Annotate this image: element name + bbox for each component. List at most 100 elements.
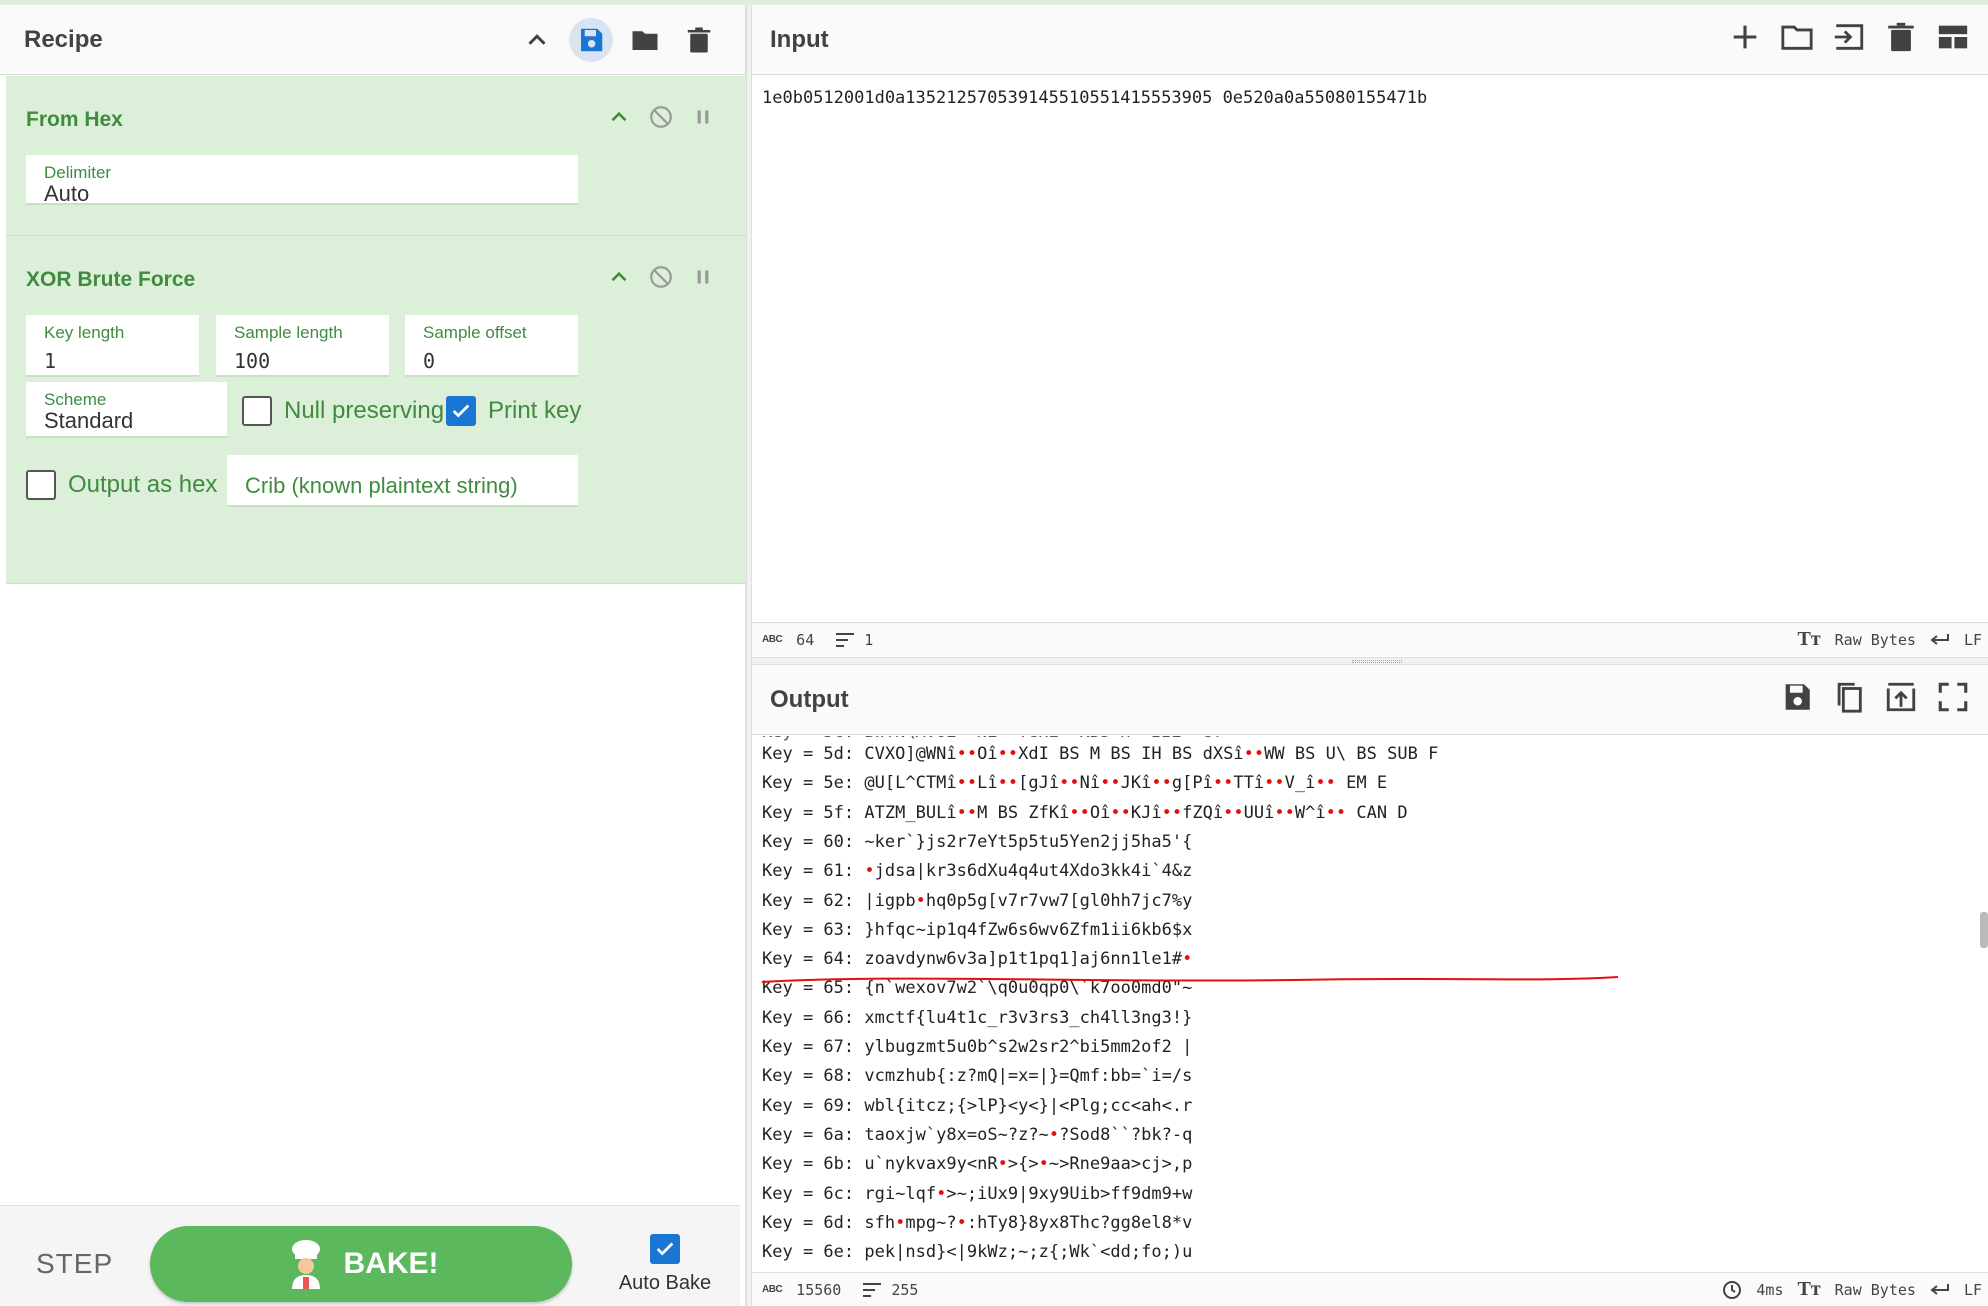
io-splitter[interactable] [752, 657, 1988, 665]
checkmark-icon [656, 1242, 674, 1256]
output-status-bar: ABC 15560 255 4ms Tт Raw Bytes LF [752, 1272, 1988, 1306]
disable-icon[interactable] [648, 264, 674, 295]
input-textarea[interactable]: 1e0b0512001d0a13521257053914551055141555… [762, 88, 1427, 108]
replace-input-icon[interactable] [1884, 680, 1918, 719]
input-eol[interactable]: LF [1964, 631, 1982, 649]
disable-icon[interactable] [648, 104, 674, 135]
output-line: Key = 62: |igpb•hq0p5g[v7r7vw7[gl0hh7jc7… [762, 887, 1192, 916]
output-line: Key = 69: wbl{itcz;{>lP}<y<}|<Plg;cc<ah<… [762, 1092, 1192, 1121]
operation-title: XOR Brute Force [26, 268, 196, 291]
chevron-up-icon[interactable] [606, 104, 632, 135]
output-scrollbar[interactable] [1980, 912, 1988, 948]
operation-from-hex[interactable]: From Hex Delimiter Auto [6, 76, 746, 236]
checkmark-icon [452, 404, 470, 418]
field-label: Sample offset [423, 323, 527, 342]
recipe-header: Recipe [0, 5, 745, 75]
text-encoding-icon: Tт [1797, 628, 1821, 650]
checkbox-box[interactable] [26, 470, 56, 500]
field-label: Delimiter [44, 163, 112, 182]
copy-icon[interactable] [1832, 680, 1866, 719]
field-label: Scheme [44, 390, 107, 409]
scheme-select[interactable]: Scheme Standard [26, 382, 227, 438]
recipe-pane: Recipe From Hex Delimiter Auto XOR Brute… [0, 5, 746, 1306]
bake-controls: STEP BAKE! Auto Bake [0, 1205, 740, 1306]
output-line: Key = 6d: sfh•mpg~?•:hTy8}8yx8Thc?gg8el8… [762, 1209, 1192, 1238]
field-value: Auto [44, 181, 90, 206]
input-encoding[interactable]: Raw Bytes [1835, 631, 1916, 649]
output-header: Output [752, 665, 1988, 735]
output-line-text: rgi~lqf•>~;iUx9|9xy9Uib>ff9dm9+w [864, 1183, 1193, 1204]
output-as-hex-checkbox[interactable]: Output as hex [26, 470, 217, 500]
add-tab-icon[interactable] [1728, 20, 1762, 59]
output-line-key: Key = 60: [762, 831, 855, 852]
recipe-title: Recipe [24, 25, 103, 53]
crib-input[interactable]: Crib (known plaintext string) [227, 455, 578, 507]
output-line: Key = 6a: taoxjw`y8x=oS~?z?~•?Sod8``?bk?… [762, 1121, 1192, 1150]
input-length: 64 [796, 630, 815, 649]
output-line: Key = 60: ~ker`}js2r7eYt5p5tu5Yen2jj5ha5… [762, 828, 1192, 857]
trash-icon[interactable] [1884, 20, 1918, 59]
output-line-key: Key = 69: [762, 1095, 855, 1116]
output-eol[interactable]: LF [1964, 1281, 1982, 1299]
output-line-key: Key = 6c: [762, 1183, 855, 1204]
layout-icon[interactable] [1936, 20, 1970, 59]
bake-time: 4ms [1756, 1280, 1784, 1299]
field-value: 1 [44, 349, 57, 373]
print-key-checkbox[interactable]: Print key [446, 396, 581, 426]
sample-offset-field[interactable]: Sample offset 0 [405, 315, 578, 377]
output-line-key: Key = 64: [762, 949, 855, 970]
output-line-text: taoxjw`y8x=oS~?z?~•?Sod8``?bk?-q [864, 1124, 1193, 1145]
output-line-key: Key = 62: [762, 890, 855, 911]
maximise-icon[interactable] [1936, 680, 1970, 719]
output-line-text: ylbugzmt5u0b^s2w2sr2^bi5mm2of2 | [864, 1037, 1193, 1057]
output-line-text: u`nykvax9y<nR•>{>•~>Rne9aa>cj>,p [864, 1154, 1193, 1175]
trash-icon[interactable] [677, 18, 721, 62]
checkbox-box[interactable] [446, 396, 476, 426]
output-line-key: Key = 5e: [762, 773, 855, 794]
checkbox-box[interactable] [242, 396, 272, 426]
auto-bake-toggle[interactable]: Auto Bake [600, 1234, 730, 1295]
output-line-key: Key = 65: [762, 978, 855, 999]
output-lines: 255 [891, 1280, 919, 1299]
eol-icon [1930, 1283, 1949, 1295]
operation-xor-brute-force[interactable]: XOR Brute Force Key length 1 Sample leng… [6, 236, 746, 584]
null-preserving-checkbox[interactable]: Null preserving [242, 396, 444, 426]
delimiter-field[interactable]: Delimiter Auto [26, 155, 578, 206]
chef-icon [291, 1240, 320, 1289]
output-line: Key = 6e: pek|nsd}<|9kWz;~;z{;Wk`<dd;fo;… [762, 1238, 1192, 1267]
input-title: Input [770, 25, 829, 53]
output-line-key: Key = 5d: [762, 744, 855, 764]
lines-icon [863, 1282, 882, 1297]
output-line-key: Key = 67: [762, 1037, 855, 1057]
output-text[interactable]: Key = 5c: BWYN\AVOî••NE••YeHî••KBS•H••II… [752, 736, 1988, 1272]
checkbox-label: Output as hex [68, 471, 218, 498]
output-line: Key = 64: zoavdynw6v3a]p1t1pq1]aj6nn1le1… [762, 945, 1192, 974]
output-line-key: Key = 66: [762, 1007, 855, 1028]
input-header: Input [752, 5, 1988, 75]
folder-icon[interactable] [623, 18, 667, 62]
eol-icon [1930, 633, 1949, 645]
output-line-text: ~ker`}js2r7eYt5p5tu5Yen2jj5ha5'{ [864, 831, 1193, 852]
import-icon[interactable] [1832, 20, 1866, 59]
output-line-key: Key = 6a: [762, 1124, 855, 1145]
clock-icon [1723, 1280, 1742, 1299]
chevron-up-icon[interactable] [515, 18, 559, 62]
chevron-up-icon[interactable] [606, 264, 632, 295]
output-line-text: |igpb•hq0p5g[v7r7vw7[gl0hh7jc7%y [864, 890, 1193, 911]
output-line: Key = 61: •jdsa|kr3s6dXu4q4ut4Xdo3kk4i`4… [762, 857, 1192, 886]
bake-button[interactable]: BAKE! [150, 1226, 572, 1302]
open-folder-icon[interactable] [1780, 20, 1814, 59]
sample-length-field[interactable]: Sample length 100 [216, 315, 389, 377]
checkbox-box[interactable] [650, 1234, 680, 1264]
text-encoding-icon: Tт [1797, 1278, 1821, 1300]
save-icon[interactable] [569, 17, 613, 62]
output-line-text: CVXO]@WNî••Oî••XdI BS M BS IH BS dXSî••W… [864, 744, 1439, 764]
breakpoint-icon[interactable] [690, 264, 716, 295]
crib-placeholder: Crib (known plaintext string) [245, 473, 518, 498]
breakpoint-icon[interactable] [690, 104, 716, 135]
output-encoding[interactable]: Raw Bytes [1835, 1281, 1916, 1299]
save-output-icon[interactable] [1780, 680, 1814, 719]
output-line: Key = 63: }hfqc~ip1q4fZw6s6wv6Zfm1ii6kb6… [762, 916, 1192, 945]
key-length-field[interactable]: Key length 1 [26, 315, 199, 377]
step-button[interactable]: STEP [36, 1248, 113, 1280]
